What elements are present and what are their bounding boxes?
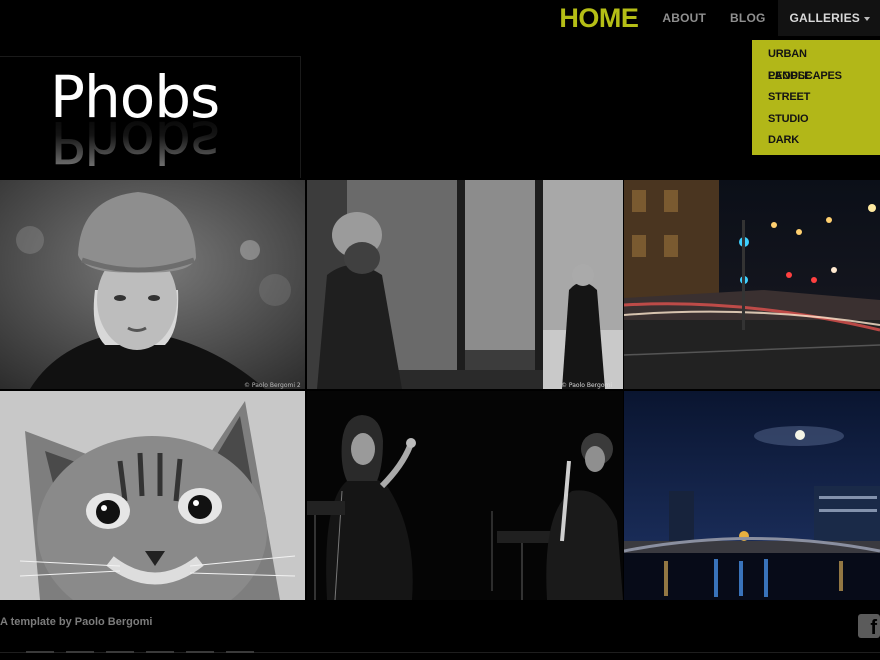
nav-blog-link[interactable]: BLOG xyxy=(718,0,777,36)
nav-home-link[interactable]: HOME xyxy=(545,0,650,36)
photo-gallery: © Paolo Bergomi 2 © Paolo Bergomi xyxy=(0,180,880,600)
caret-down-icon xyxy=(864,17,870,21)
photo-concert[interactable] xyxy=(307,391,623,600)
photo-night-street[interactable] xyxy=(624,180,880,389)
dropdown-item-street[interactable]: STREET xyxy=(752,87,880,109)
photo-credit-portrait: © Paolo Bergomi 2 xyxy=(244,382,301,389)
facebook-icon[interactable]: f xyxy=(858,614,880,639)
nav-galleries-label: GALLERIES xyxy=(789,11,860,25)
nav-about-link[interactable]: ABOUT xyxy=(650,0,718,36)
photo-night-bridge[interactable] xyxy=(624,391,880,600)
nav-galleries-dropdown[interactable]: GALLERIES xyxy=(777,0,880,36)
photo-credit-street: © Paolo Bergomi xyxy=(561,382,612,389)
photo-street-window[interactable]: © Paolo Bergomi xyxy=(307,180,623,389)
footer-credit: A template by Paolo Bergomi xyxy=(0,616,153,628)
galleries-dropdown-menu: URBAN LANDSCAPES PEOPLE STREET STUDIO DA… xyxy=(752,40,880,155)
photo-cat[interactable] xyxy=(0,391,305,600)
dropdown-item-studio[interactable]: STUDIO xyxy=(752,109,880,131)
footer-decoration xyxy=(26,651,254,653)
dropdown-item-dark[interactable]: DARK xyxy=(752,130,880,152)
logo-reflection: Phobs xyxy=(50,108,219,176)
dropdown-item-urban-landscapes[interactable]: URBAN LANDSCAPES xyxy=(752,44,880,82)
photo-portrait-woman[interactable]: © Paolo Bergomi 2 xyxy=(0,180,305,389)
main-nav: HOME ABOUT BLOG GALLERIES xyxy=(545,0,880,36)
site-logo[interactable]: Phobs Phobs xyxy=(0,56,301,178)
logo-graphic: Phobs Phobs xyxy=(50,63,220,176)
